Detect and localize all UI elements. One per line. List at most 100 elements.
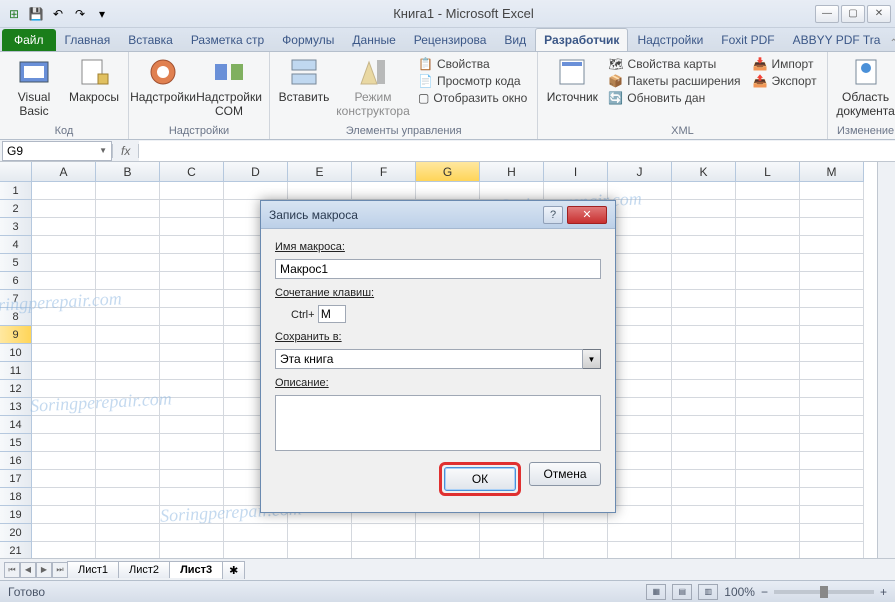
cancel-button[interactable]: Отмена	[529, 462, 601, 486]
tab-page-layout[interactable]: Разметка стр	[182, 28, 273, 51]
cell[interactable]	[736, 542, 800, 558]
tab-data[interactable]: Данные	[343, 28, 404, 51]
zoom-out-button[interactable]: −	[761, 585, 768, 599]
cell[interactable]	[32, 506, 96, 524]
cell[interactable]	[608, 452, 672, 470]
cell[interactable]	[736, 416, 800, 434]
doc-panel-button[interactable]: Область документа	[834, 54, 895, 120]
cell[interactable]	[160, 362, 224, 380]
cell[interactable]	[160, 416, 224, 434]
cell[interactable]	[32, 326, 96, 344]
cell[interactable]	[32, 542, 96, 558]
column-header[interactable]: F	[352, 162, 416, 181]
tab-home[interactable]: Главная	[56, 28, 120, 51]
cell[interactable]	[32, 470, 96, 488]
cell[interactable]	[608, 362, 672, 380]
cell[interactable]	[608, 344, 672, 362]
zoom-in-button[interactable]: +	[880, 585, 887, 599]
sheet-tab-3[interactable]: Лист3	[169, 561, 223, 578]
refresh-button[interactable]: 🔄Обновить дан	[604, 90, 744, 106]
cell[interactable]	[96, 344, 160, 362]
cell[interactable]	[736, 452, 800, 470]
cell[interactable]	[288, 182, 352, 200]
minimize-button[interactable]: —	[815, 5, 839, 23]
cell[interactable]	[96, 434, 160, 452]
cell[interactable]	[672, 200, 736, 218]
row-header[interactable]: 21	[0, 542, 32, 558]
cell[interactable]	[672, 416, 736, 434]
view-normal-button[interactable]: ▦	[646, 584, 666, 600]
dialog-titlebar[interactable]: Запись макроса ? ✕	[261, 201, 615, 229]
undo-button[interactable]: ↶	[48, 4, 68, 24]
row-header[interactable]: 11	[0, 362, 32, 380]
cell[interactable]	[160, 254, 224, 272]
row-header[interactable]: 17	[0, 470, 32, 488]
cell[interactable]	[672, 272, 736, 290]
cell[interactable]	[800, 182, 864, 200]
cell[interactable]	[672, 488, 736, 506]
cell[interactable]	[160, 308, 224, 326]
cell[interactable]	[608, 380, 672, 398]
cell[interactable]	[96, 380, 160, 398]
cell[interactable]	[32, 452, 96, 470]
cell[interactable]	[736, 200, 800, 218]
cell[interactable]	[672, 344, 736, 362]
cell[interactable]	[224, 542, 288, 558]
cell[interactable]	[288, 542, 352, 558]
row-header[interactable]: 18	[0, 488, 32, 506]
cell[interactable]	[800, 506, 864, 524]
shortcut-key-input[interactable]	[318, 305, 346, 323]
cell[interactable]	[800, 344, 864, 362]
sheet-nav-next[interactable]: ▶	[36, 562, 52, 578]
visual-basic-button[interactable]: Visual Basic	[6, 54, 62, 120]
cell[interactable]	[800, 416, 864, 434]
store-in-combo[interactable]	[275, 349, 583, 369]
cell[interactable]	[352, 524, 416, 542]
ok-button[interactable]: ОК	[444, 467, 516, 491]
name-box-dropdown-icon[interactable]: ▼	[99, 146, 107, 155]
column-header[interactable]: G	[416, 162, 480, 181]
cell[interactable]	[160, 398, 224, 416]
cell[interactable]	[160, 272, 224, 290]
cell[interactable]	[800, 362, 864, 380]
tab-insert[interactable]: Вставка	[119, 28, 182, 51]
cell[interactable]	[352, 182, 416, 200]
cell[interactable]	[608, 182, 672, 200]
cell[interactable]	[608, 308, 672, 326]
cell[interactable]	[800, 452, 864, 470]
file-tab[interactable]: Файл	[2, 29, 56, 51]
cell[interactable]	[160, 542, 224, 558]
cell[interactable]	[96, 308, 160, 326]
cell[interactable]	[608, 398, 672, 416]
import-button[interactable]: 📥Импорт	[749, 56, 821, 72]
sheet-tab-2[interactable]: Лист2	[118, 561, 170, 578]
tab-addins[interactable]: Надстройки	[628, 28, 712, 51]
cell[interactable]	[800, 398, 864, 416]
cell[interactable]	[160, 182, 224, 200]
column-header[interactable]: B	[96, 162, 160, 181]
cell[interactable]	[96, 272, 160, 290]
map-props-button[interactable]: 🗺Свойства карты	[604, 56, 744, 72]
column-header[interactable]: L	[736, 162, 800, 181]
formula-input[interactable]	[139, 141, 895, 161]
cell[interactable]	[800, 290, 864, 308]
cell[interactable]	[672, 470, 736, 488]
tab-review[interactable]: Рецензирова	[405, 28, 496, 51]
column-header[interactable]: I	[544, 162, 608, 181]
cell[interactable]	[800, 470, 864, 488]
cell[interactable]	[800, 218, 864, 236]
cell[interactable]	[800, 326, 864, 344]
row-header[interactable]: 3	[0, 218, 32, 236]
addins-button[interactable]: Надстройки	[135, 54, 191, 106]
cell[interactable]	[800, 524, 864, 542]
cell[interactable]	[96, 452, 160, 470]
column-header[interactable]: M	[800, 162, 864, 181]
sheet-nav-prev[interactable]: ◀	[20, 562, 36, 578]
row-header[interactable]: 15	[0, 434, 32, 452]
cell[interactable]	[608, 488, 672, 506]
cell[interactable]	[608, 200, 672, 218]
cell[interactable]	[224, 524, 288, 542]
cell[interactable]	[32, 362, 96, 380]
cell[interactable]	[672, 308, 736, 326]
cell[interactable]	[96, 218, 160, 236]
